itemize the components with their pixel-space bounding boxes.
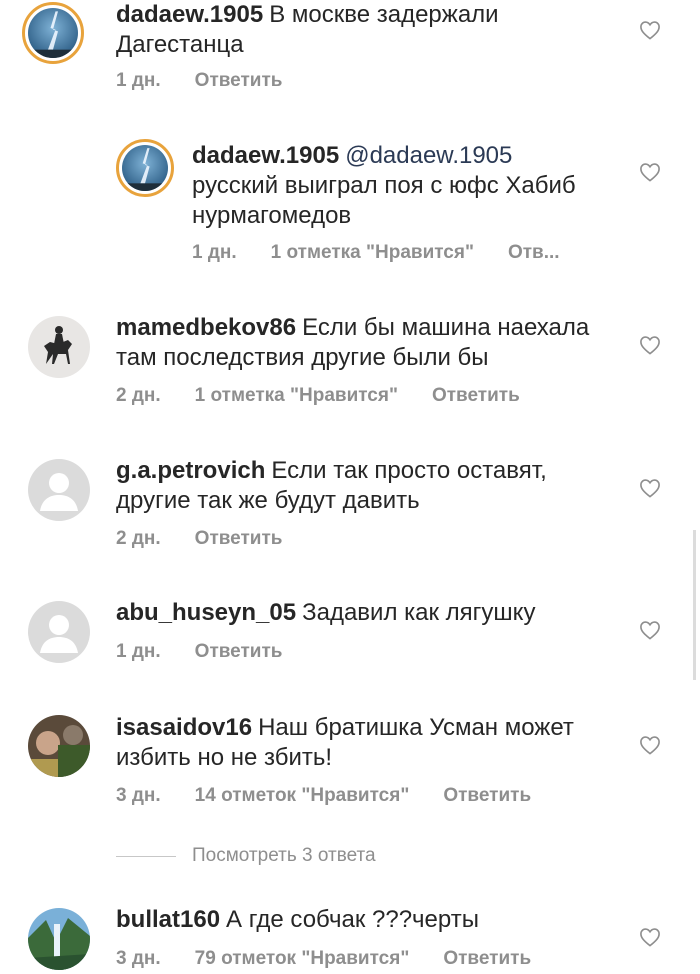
username[interactable]: abu_huseyn_05 <box>116 599 296 626</box>
reply-button[interactable]: Ответить <box>443 948 531 969</box>
username[interactable]: dadaew.1905 <box>192 142 339 169</box>
photo-avatar-image <box>28 715 90 777</box>
comment-meta: 1 дн. Ответить <box>116 70 316 92</box>
likes-count[interactable]: 79 отметок "Нравится" <box>195 948 410 969</box>
comment-text: bullat160 А где собчак ???черты <box>116 905 616 935</box>
timestamp: 1 дн. <box>116 70 161 91</box>
avatar[interactable] <box>28 316 90 378</box>
avatar[interactable] <box>116 139 174 197</box>
timestamp: 3 дн. <box>116 785 161 806</box>
avatar[interactable] <box>28 459 90 521</box>
default-user-avatar-icon <box>28 459 90 521</box>
comment-text: dadaew.1905 В москве задержали Дагестанца <box>116 0 586 60</box>
heart-outline-icon[interactable] <box>639 162 661 182</box>
reply-button[interactable]: Ответить <box>443 785 531 806</box>
heart-outline-icon[interactable] <box>639 478 661 498</box>
likes-count[interactable]: 1 отметка "Нравится" <box>195 385 398 406</box>
avatar[interactable] <box>28 715 90 777</box>
comment-meta: 2 дн. 1 отметка "Нравится" Ответить <box>116 385 554 407</box>
likes-count[interactable]: 1 отметка "Нравится" <box>271 242 474 263</box>
timestamp: 2 дн. <box>116 528 161 549</box>
likes-count[interactable]: 14 отметок "Нравится" <box>195 785 410 806</box>
timestamp: 1 дн. <box>192 242 237 263</box>
heart-outline-icon[interactable] <box>639 335 661 355</box>
reply-button[interactable]: Отв... <box>508 242 560 263</box>
username[interactable]: dadaew.1905 <box>116 1 263 28</box>
comment-body: Задавил как лягушку <box>302 599 536 626</box>
avatar[interactable] <box>22 2 84 64</box>
username[interactable]: mamedbekov86 <box>116 314 296 341</box>
comment-body: А где собчак ???черты <box>226 906 479 933</box>
avatar[interactable] <box>28 908 90 970</box>
comment-meta: 3 дн. 79 отметок "Нравится" Ответить <box>116 948 565 970</box>
lightning-avatar-image <box>28 8 78 58</box>
comment-text: g.a.petrovich Если так просто оставят, др… <box>116 456 616 516</box>
username[interactable]: isasaidov16 <box>116 714 252 741</box>
timestamp: 2 дн. <box>116 385 161 406</box>
comment-meta: 1 дн. 1 отметка "Нравится" Отв... <box>192 242 560 264</box>
comment-text: isasaidov16 Наш братишка Усман может изби… <box>116 713 616 773</box>
waterfall-avatar-image <box>28 908 90 970</box>
scrollbar[interactable] <box>693 530 696 680</box>
heart-outline-icon[interactable] <box>639 620 661 640</box>
username[interactable]: bullat160 <box>116 906 220 933</box>
timestamp: 3 дн. <box>116 948 161 969</box>
default-user-avatar-icon <box>28 601 90 663</box>
avatar[interactable] <box>28 601 90 663</box>
comment-text: mamedbekov86 Если бы машина наехала там п… <box>116 313 616 373</box>
heart-outline-icon[interactable] <box>639 20 661 40</box>
horse-rider-avatar-image <box>28 316 90 378</box>
username[interactable]: g.a.petrovich <box>116 457 265 484</box>
comment-meta: 2 дн. Ответить <box>116 528 316 550</box>
reply-button[interactable]: Ответить <box>432 385 520 406</box>
heart-outline-icon[interactable] <box>639 927 661 947</box>
comment-meta: 3 дн. 14 отметок "Нравится" Ответить <box>116 785 565 807</box>
lightning-avatar-image <box>122 145 168 191</box>
comment-body: русский выиграл поя с юфс Хабиб нурмагом… <box>192 172 576 229</box>
heart-outline-icon[interactable] <box>639 735 661 755</box>
reply-button[interactable]: Ответить <box>195 641 283 662</box>
divider <box>116 855 176 857</box>
view-replies-label: Посмотреть 3 ответа <box>192 845 376 866</box>
view-replies-button[interactable]: Посмотреть 3 ответа <box>116 845 376 867</box>
timestamp: 1 дн. <box>116 641 161 662</box>
reply-button[interactable]: Ответить <box>195 528 283 549</box>
comment-meta: 1 дн. Ответить <box>116 641 316 663</box>
comment-text: dadaew.1905 @dadaew.1905 русский выиграл п… <box>192 141 632 231</box>
mention-link[interactable]: @dadaew.1905 <box>345 142 512 169</box>
reply-button[interactable]: Ответить <box>195 70 283 91</box>
comment-text: abu_huseyn_05 Задавил как лягушку <box>116 598 616 628</box>
